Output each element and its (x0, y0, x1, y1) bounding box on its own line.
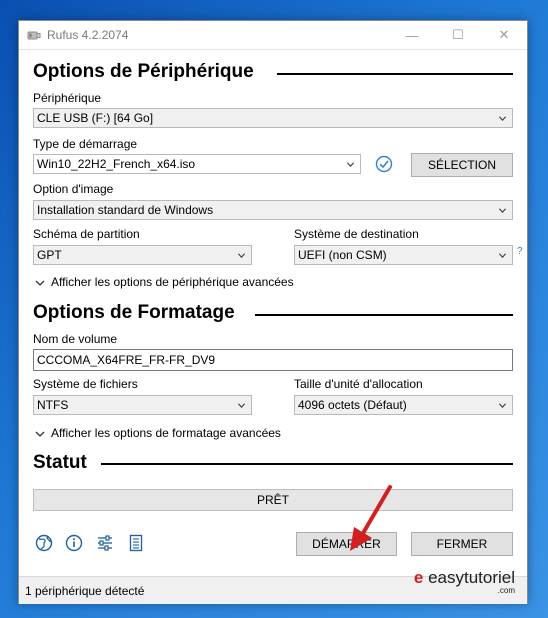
file-system-label: Système de fichiers (33, 377, 138, 391)
chevron-down-icon (347, 162, 354, 168)
progress-bar: PRÊT (33, 489, 513, 511)
close-window-button[interactable]: ✕ (481, 21, 527, 49)
device-count-status: 1 périphérique détecté (25, 584, 145, 598)
section-divider (277, 73, 513, 75)
minimize-button[interactable]: — (389, 21, 435, 49)
cluster-size-value: 4096 octets (Défaut) (298, 398, 407, 412)
cluster-size-select[interactable]: 4096 octets (Défaut) (294, 395, 513, 415)
close-icon: ✕ (498, 27, 510, 42)
annotation-arrow (350, 485, 392, 551)
partition-scheme-value: GPT (37, 248, 62, 262)
title-bar: Rufus 4.2.2074 — ☐ ✕ (19, 21, 527, 50)
watermark-logo-icon: e (413, 568, 424, 587)
boot-type-value: Win10_22H2_French_x64.iso (37, 157, 196, 171)
chevron-down-icon (499, 253, 506, 259)
chevron-down-icon (499, 403, 506, 409)
section-divider (101, 463, 513, 465)
watermark-domain: .com (497, 586, 515, 595)
volume-name-input[interactable]: CCCOMA_X64FRE_FR-FR_DV9 (33, 349, 513, 371)
chevron-down-icon (238, 253, 245, 259)
boot-type-select[interactable]: Win10_22H2_French_x64.iso (33, 154, 361, 174)
maximize-icon: ☐ (452, 27, 464, 42)
format-advanced-toggle-label: Afficher les options de formatage avancé… (51, 426, 281, 440)
chevron-down-icon (35, 280, 45, 286)
image-option-label: Option d'image (33, 182, 114, 196)
format-section-title: Options de Formatage (33, 302, 243, 324)
device-advanced-toggle[interactable]: Afficher les options de périphérique ava… (35, 275, 294, 289)
format-advanced-toggle[interactable]: Afficher les options de formatage avancé… (35, 426, 281, 440)
select-image-button[interactable]: SÉLECTION (411, 153, 513, 177)
globe-icon[interactable] (35, 534, 53, 552)
rufus-window: Rufus 4.2.2074 — ☐ ✕ Options de Périphér… (18, 20, 528, 604)
window-title: Rufus 4.2.2074 (47, 28, 129, 42)
file-system-value: NTFS (37, 398, 69, 412)
check-hash-icon[interactable] (375, 155, 393, 173)
cluster-size-label: Taille d'unité d'allocation (294, 377, 423, 391)
chevron-down-icon (35, 431, 45, 437)
usb-drive-icon (27, 31, 41, 40)
maximize-button[interactable]: ☐ (435, 21, 481, 49)
target-system-help[interactable]: ? (517, 246, 523, 257)
partition-scheme-select[interactable]: GPT (33, 245, 252, 265)
chevron-down-icon (499, 116, 506, 122)
target-system-value: UEFI (non CSM) (298, 248, 387, 262)
target-system-label: Système de destination (294, 227, 419, 241)
target-system-select[interactable]: UEFI (non CSM) (294, 245, 513, 265)
chevron-down-icon (499, 208, 506, 214)
status-bar: 1 périphérique détecté e easytutoriel .c… (19, 568, 527, 604)
section-divider (255, 314, 513, 316)
boot-type-label: Type de démarrage (33, 137, 138, 151)
chevron-down-icon (238, 403, 245, 409)
volume-name-label: Nom de volume (33, 332, 118, 346)
device-select[interactable]: CLE USB (F:) [64 Go] (33, 108, 513, 128)
minimize-icon: — (405, 27, 419, 43)
status-section-title: Statut (33, 452, 95, 474)
partition-scheme-label: Schéma de partition (33, 227, 140, 241)
device-section-title: Options de Périphérique (33, 61, 262, 83)
image-option-select[interactable]: Installation standard de Windows (33, 200, 513, 220)
device-label: Périphérique (33, 91, 102, 105)
watermark: e easytutoriel .com (413, 568, 515, 595)
info-icon[interactable] (65, 534, 83, 552)
watermark-brand: easytutoriel (428, 568, 515, 587)
device-select-value: CLE USB (F:) [64 Go] (37, 111, 154, 125)
log-icon[interactable] (127, 534, 145, 552)
device-advanced-toggle-label: Afficher les options de périphérique ava… (51, 275, 294, 289)
progress-status-text: PRÊT (256, 493, 289, 507)
file-system-select[interactable]: NTFS (33, 395, 252, 415)
close-button[interactable]: FERMER (411, 532, 513, 556)
image-option-value: Installation standard de Windows (37, 203, 214, 217)
settings-sliders-icon[interactable] (96, 534, 114, 552)
